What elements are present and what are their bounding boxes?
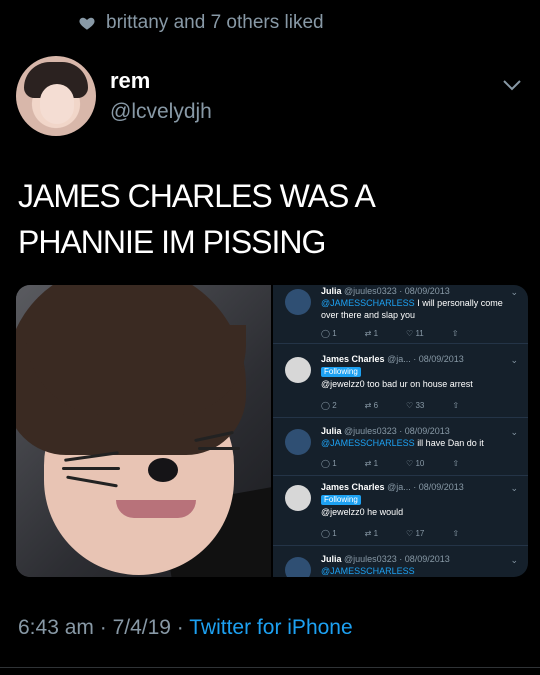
like-icon[interactable]: ♡ 10 xyxy=(406,459,424,468)
tweet-author[interactable]: rem @lcvelydjh xyxy=(16,56,212,136)
liked-text: brittany and 7 others liked xyxy=(106,12,324,33)
screenshot-old-tweets[interactable]: ⌄ Julia @juules0323 · 08/09/2013 @JAMESS… xyxy=(273,285,528,577)
retweet-icon[interactable]: ⇄ 1 xyxy=(365,329,378,338)
reply-icon[interactable]: ◯ 2 xyxy=(321,401,337,410)
media-grid: ⌄ Julia @juules0323 · 08/09/2013 @JAMESS… xyxy=(16,285,528,577)
photo-cat-makeup[interactable] xyxy=(16,285,271,577)
divider xyxy=(0,667,540,668)
liked-notice[interactable]: brittany and 7 others liked xyxy=(78,12,324,34)
like-icon[interactable]: ♡ 17 xyxy=(406,529,424,538)
avatar[interactable] xyxy=(16,56,96,136)
share-icon[interactable]: ⇧ xyxy=(452,401,459,410)
user-handle[interactable]: @lcvelydjh xyxy=(110,100,212,124)
tweet-text: JAMES CHARLES WAS A PHANNIE IM PISSING xyxy=(18,178,376,260)
retweet-icon[interactable]: ⇄ 1 xyxy=(365,529,378,538)
source-link[interactable]: Twitter for iPhone xyxy=(189,616,352,639)
share-icon[interactable]: ⇧ xyxy=(452,529,459,538)
heart-icon xyxy=(79,17,95,30)
tweet-timestamp: 6:43 am · 7/4/19 · Twitter for iPhone xyxy=(18,616,353,639)
chevron-down-icon[interactable] xyxy=(502,78,522,92)
reply-icon[interactable]: ◯ 1 xyxy=(321,329,337,338)
like-icon[interactable]: ♡ 11 xyxy=(406,329,424,338)
retweet-icon[interactable]: ⇄ 6 xyxy=(365,401,378,410)
share-icon[interactable]: ⇧ xyxy=(452,329,459,338)
reply-icon[interactable]: ◯ 1 xyxy=(321,459,337,468)
share-icon[interactable]: ⇧ xyxy=(452,459,459,468)
reply-icon[interactable]: ◯ 1 xyxy=(321,529,337,538)
retweet-icon[interactable]: ⇄ 1 xyxy=(365,459,378,468)
like-icon[interactable]: ♡ 33 xyxy=(406,401,424,410)
display-name[interactable]: rem xyxy=(110,68,212,94)
